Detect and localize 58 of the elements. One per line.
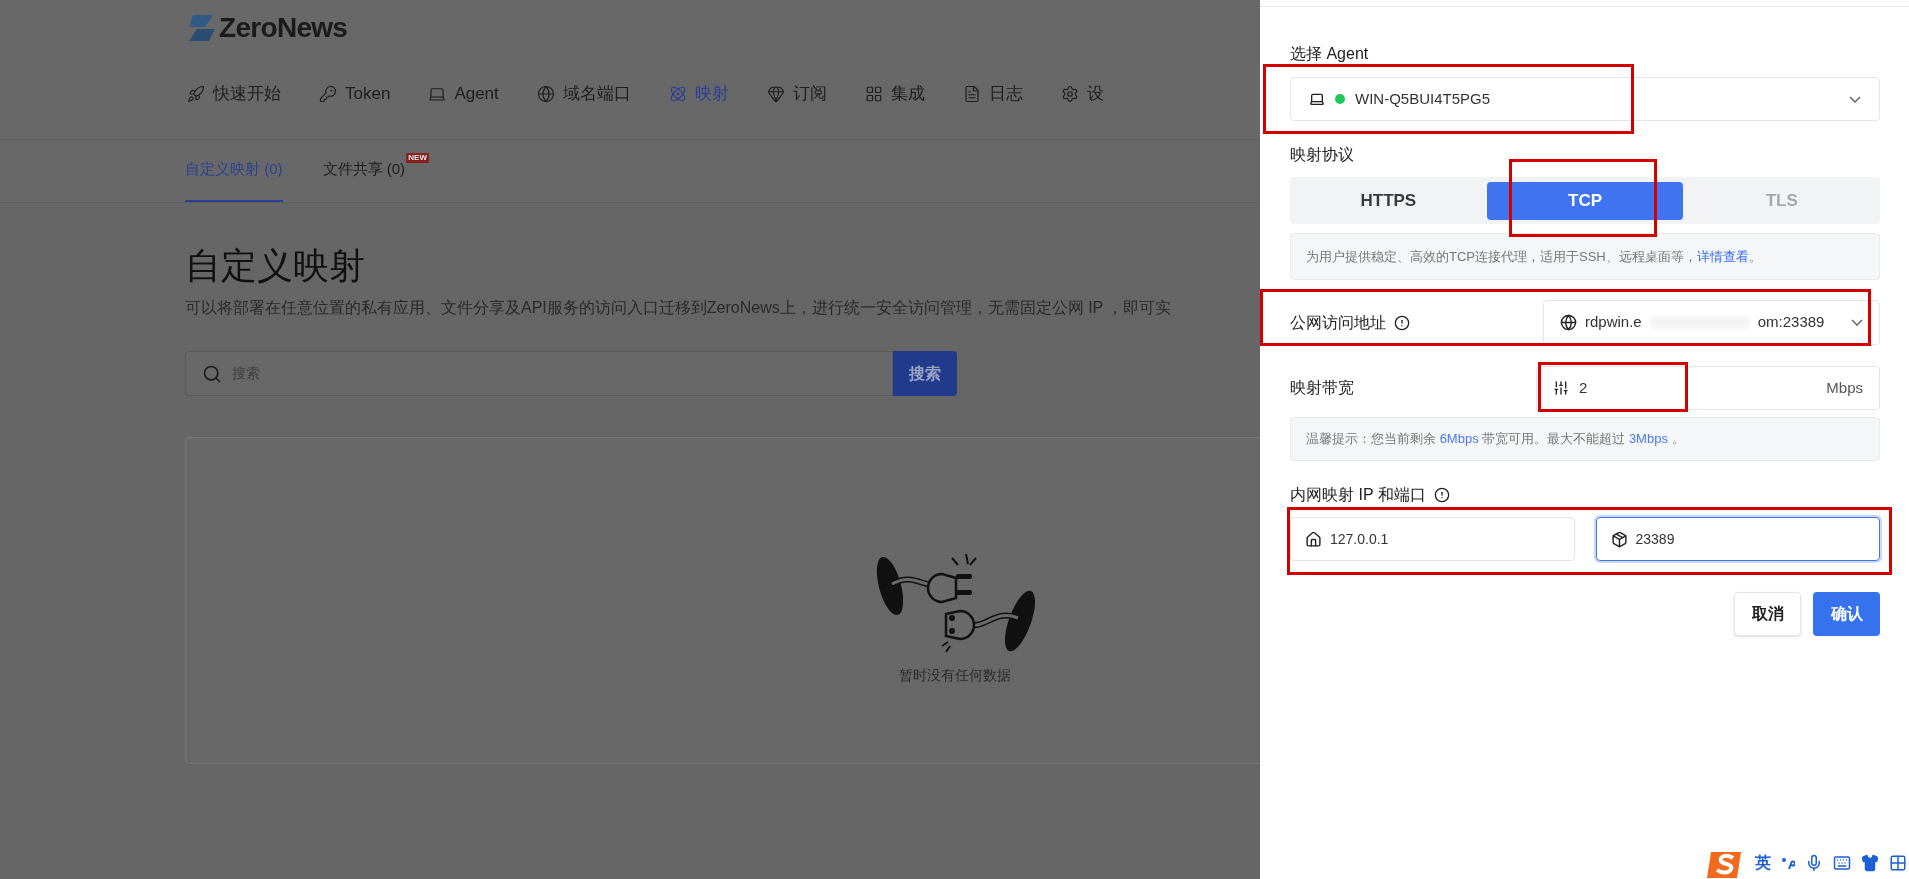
info-icon [1433, 487, 1450, 503]
shirt-icon[interactable] [1861, 854, 1879, 872]
subtab[interactable]: 文件共享 (0) [322, 139, 405, 202]
nav-item[interactable]: Agent [428, 81, 499, 107]
nav-item[interactable]: 映射 [668, 81, 729, 107]
key-icon [319, 84, 337, 103]
document-icon [962, 84, 981, 103]
gem-icon [766, 84, 785, 103]
address-select[interactable]: rdpwin.e om:23389 [1543, 300, 1880, 345]
page-title: 自定义映射 [185, 244, 366, 288]
agent-select[interactable]: WIN-Q5BUI4T5PG5 [1290, 77, 1880, 121]
field-label: 内网映射 IP 和端口 [1290, 484, 1880, 506]
microphone-icon[interactable] [1805, 854, 1823, 872]
search-icon [202, 363, 222, 384]
details-link[interactable]: 详情查看 [1696, 246, 1749, 267]
sliders-icon [1553, 380, 1569, 396]
confirm-button[interactable]: 确认 [1813, 592, 1880, 636]
brand-logo-icon [187, 15, 215, 41]
info-icon [1394, 314, 1410, 331]
field-label: 映射带宽 [1290, 378, 1355, 398]
nav-item[interactable]: 日志 [962, 81, 1023, 107]
port-field[interactable]: 23389 [1595, 517, 1880, 561]
field-label: 选择 Agent [1290, 45, 1369, 63]
chevron-down-icon [1851, 319, 1863, 326]
protocol-option[interactable]: TCP [1486, 181, 1684, 220]
protocol-info: 为用户提供稳定、高效的TCP连接代理，适用于SSH、远程桌面等，详情查看。 [1290, 233, 1880, 280]
search-button[interactable]: 搜索 [893, 351, 957, 396]
globe-icon [536, 84, 555, 103]
new-badge: NEW [406, 153, 429, 163]
nav-item[interactable]: 域名端口 [536, 81, 631, 107]
brand-name: ZeroNews [219, 11, 348, 45]
nav-item[interactable]: 订阅 [766, 81, 827, 107]
bandwidth-tip: 温馨提示：您当前剩余 6Mbps 带宽可用。最大不能超过 3Mbps 。 [1290, 417, 1880, 461]
laptop-icon [1309, 91, 1325, 107]
nav-item[interactable]: 集成 [864, 81, 925, 107]
field-label: 映射协议 [1290, 145, 1355, 165]
field-label: 公网访问地址 [1290, 310, 1543, 335]
rocket-icon [187, 84, 205, 103]
settings-icon [1060, 84, 1079, 103]
nav-item[interactable]: 快速开始 [187, 81, 281, 107]
cancel-button[interactable]: 取消 [1734, 592, 1801, 636]
globe-icon [1560, 314, 1577, 331]
grid-icon[interactable] [1889, 854, 1907, 872]
nav-item[interactable]: 设 [1060, 81, 1104, 107]
protocol-option[interactable]: HTTPS [1290, 181, 1487, 220]
empty-message: 暂时没有任何数据 [899, 666, 1011, 685]
keyboard-icon[interactable] [1833, 854, 1851, 872]
subtab[interactable]: 自定义映射 (0) [185, 139, 283, 202]
punctuation-icon [1781, 856, 1795, 870]
network-icon [668, 84, 687, 103]
grid-icon [864, 84, 883, 103]
input-mode-toggle[interactable]: 英 [1755, 851, 1771, 875]
chevron-down-icon [1849, 95, 1861, 103]
box-icon [1610, 530, 1628, 548]
bandwidth-field[interactable]: 2 Mbps [1536, 366, 1880, 410]
house-icon [1305, 530, 1322, 548]
nav-item[interactable]: Token [319, 81, 391, 107]
ip-field[interactable]: 127.0.0.1 [1290, 517, 1575, 561]
